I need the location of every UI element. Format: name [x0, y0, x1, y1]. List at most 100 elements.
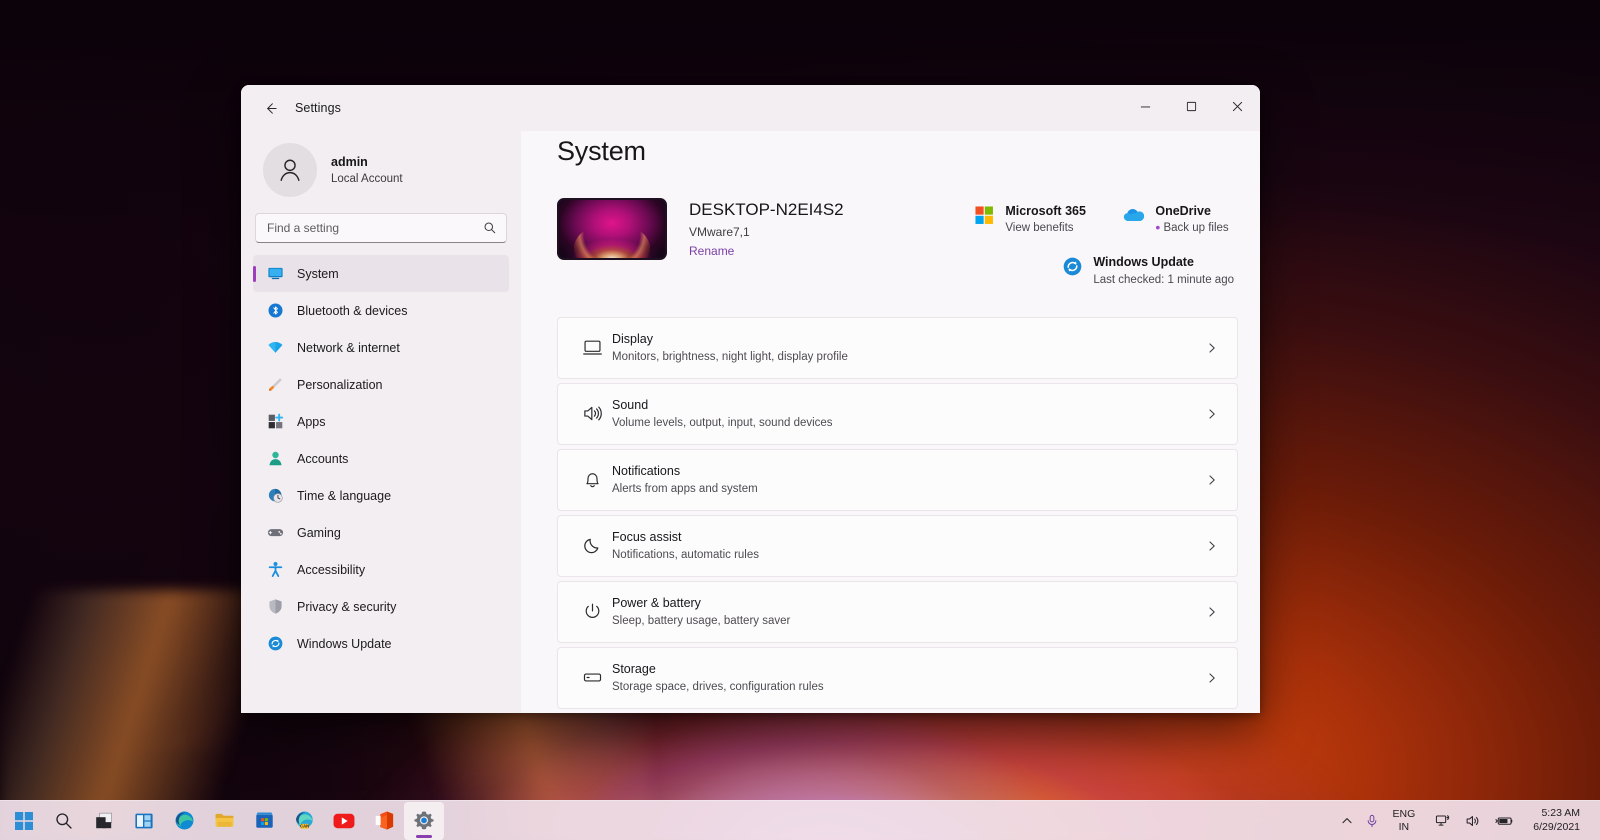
battery-charging-icon[interactable]	[1489, 804, 1521, 838]
device-name: DESKTOP-N2EI4S2	[689, 197, 844, 223]
settings-cards: Display Monitors, brightness, night ligh…	[557, 317, 1238, 709]
search-box[interactable]	[255, 213, 507, 243]
drive-icon	[572, 667, 612, 688]
minimize-button[interactable]	[1122, 85, 1168, 127]
page-title: System	[557, 136, 1238, 167]
taskbar-start-button[interactable]	[4, 802, 44, 840]
sidebar-item-accounts[interactable]: Accounts	[253, 440, 509, 477]
back-button[interactable]	[253, 93, 287, 123]
device-wallpaper-thumbnail	[557, 198, 667, 260]
service-windows-update[interactable]: Windows Update Last checked: 1 minute ag…	[1057, 251, 1238, 290]
taskbar-microsoft-store-button[interactable]	[244, 802, 284, 840]
sidebar-item-apps[interactable]: Apps	[253, 403, 509, 440]
sidebar-item-network-internet[interactable]: Network & internet	[253, 329, 509, 366]
window-titlebar: Settings	[241, 85, 1260, 131]
chevron-right-icon	[1203, 672, 1221, 684]
volume-icon[interactable]	[1459, 804, 1487, 838]
sidebar-item-gaming[interactable]: Gaming	[253, 514, 509, 551]
service-title: Microsoft 365	[1005, 202, 1086, 220]
taskbar-office-button[interactable]	[364, 802, 404, 840]
window-controls	[1122, 85, 1260, 127]
chevron-right-icon	[1203, 474, 1221, 486]
taskbar-task-view-button[interactable]	[84, 802, 124, 840]
folder-icon	[214, 810, 235, 831]
account-person-icon	[267, 450, 284, 467]
taskbar-widgets-button[interactable]	[124, 802, 164, 840]
device-strip: DESKTOP-N2EI4S2 VMware7,1 Rename	[557, 197, 1238, 291]
taskbar-youtube-button[interactable]	[324, 802, 364, 840]
taskbar-file-explorer-button[interactable]	[204, 802, 244, 840]
network-icon[interactable]	[1429, 804, 1457, 838]
tray-expand-button[interactable]	[1335, 804, 1359, 838]
sidebar-item-label: Privacy & security	[297, 600, 396, 614]
task-view-icon	[94, 811, 114, 831]
window-title: Settings	[295, 101, 341, 115]
card-subtitle: Alerts from apps and system	[612, 481, 1203, 498]
card-subtitle: Sleep, battery usage, battery saver	[612, 613, 1203, 630]
taskbar-edge-button[interactable]	[164, 802, 204, 840]
shield-icon	[267, 598, 284, 615]
sidebar-item-label: Accessibility	[297, 563, 365, 577]
desktop: Settings	[0, 0, 1600, 840]
person-avatar-icon	[275, 155, 305, 185]
power-icon	[572, 601, 612, 622]
paintbrush-icon	[267, 376, 284, 393]
tray-status-icons[interactable]	[1423, 804, 1527, 838]
sidebar-item-personalization[interactable]: Personalization	[253, 366, 509, 403]
tray-language-indicator[interactable]: ENG IN	[1385, 808, 1424, 833]
clock-time: 5:23 AM	[1541, 807, 1580, 820]
settings-card-display[interactable]: Display Monitors, brightness, night ligh…	[557, 317, 1238, 379]
search-input[interactable]	[267, 221, 483, 235]
chevron-right-icon	[1203, 342, 1221, 354]
sidebar-item-label: Gaming	[297, 526, 341, 540]
service-microsoft-365[interactable]: Microsoft 365 View benefits	[969, 200, 1119, 239]
sidebar-item-windows-update[interactable]: Windows Update	[253, 625, 509, 662]
youtube-icon	[333, 813, 355, 829]
settings-card-focus-assist[interactable]: Focus assist Notifications, automatic ru…	[557, 515, 1238, 577]
service-onedrive[interactable]: OneDrive • Back up files	[1119, 200, 1232, 239]
apps-icon	[267, 413, 284, 430]
rename-link[interactable]: Rename	[689, 242, 844, 261]
card-subtitle: Storage space, drives, configuration rul…	[612, 679, 1203, 696]
maximize-button[interactable]	[1168, 85, 1214, 127]
microsoft-logo-icon	[973, 204, 995, 226]
moon-icon	[572, 535, 612, 556]
tray-microphone-button[interactable]	[1359, 804, 1385, 838]
settings-card-sound[interactable]: Sound Volume levels, output, input, soun…	[557, 383, 1238, 445]
taskbar-clock[interactable]: 5:23 AM 6/29/2021	[1527, 807, 1590, 833]
sidebar-item-label: Apps	[297, 415, 326, 429]
sidebar-item-bluetooth-devices[interactable]: Bluetooth & devices	[253, 292, 509, 329]
sidebar-item-privacy-security[interactable]: Privacy & security	[253, 588, 509, 625]
main-content: System DESKTOP-N2EI4S2 VMware7,1 Rename	[521, 131, 1260, 713]
device-model: VMware7,1	[689, 223, 844, 242]
monitor-icon	[267, 265, 284, 282]
sidebar-item-system[interactable]: System	[253, 255, 509, 292]
card-text: Notifications Alerts from apps and syste…	[612, 462, 1203, 498]
windows-start-icon	[14, 811, 34, 831]
settings-card-power-battery[interactable]: Power & battery Sleep, battery usage, ba…	[557, 581, 1238, 643]
store-icon	[254, 810, 275, 831]
taskbar-edge-canary-button[interactable]: CAN	[284, 802, 324, 840]
sidebar-item-label: Time & language	[297, 489, 391, 503]
sidebar-item-label: System	[297, 267, 339, 281]
sidebar-item-time-language[interactable]: Time & language	[253, 477, 509, 514]
card-text: Display Monitors, brightness, night ligh…	[612, 330, 1203, 366]
settings-card-notifications[interactable]: Notifications Alerts from apps and syste…	[557, 449, 1238, 511]
avatar	[263, 143, 317, 197]
status-dot: •	[1155, 219, 1160, 235]
search-icon	[483, 221, 497, 235]
back-arrow-icon	[263, 101, 278, 116]
card-text: Storage Storage space, drives, configura…	[612, 660, 1203, 696]
card-subtitle: Notifications, automatic rules	[612, 547, 1203, 564]
sidebar-item-accessibility[interactable]: Accessibility	[253, 551, 509, 588]
account-row[interactable]: admin Local Account	[253, 131, 509, 211]
sidebar-item-label: Network & internet	[297, 341, 400, 355]
wifi-icon	[267, 339, 284, 356]
taskbar-search-button[interactable]	[44, 802, 84, 840]
sidebar-item-label: Accounts	[297, 452, 348, 466]
taskbar-settings-button[interactable]	[404, 802, 444, 840]
close-button[interactable]	[1214, 85, 1260, 127]
card-text: Power & battery Sleep, battery usage, ba…	[612, 594, 1203, 630]
settings-card-storage[interactable]: Storage Storage space, drives, configura…	[557, 647, 1238, 709]
chevron-right-icon	[1203, 540, 1221, 552]
